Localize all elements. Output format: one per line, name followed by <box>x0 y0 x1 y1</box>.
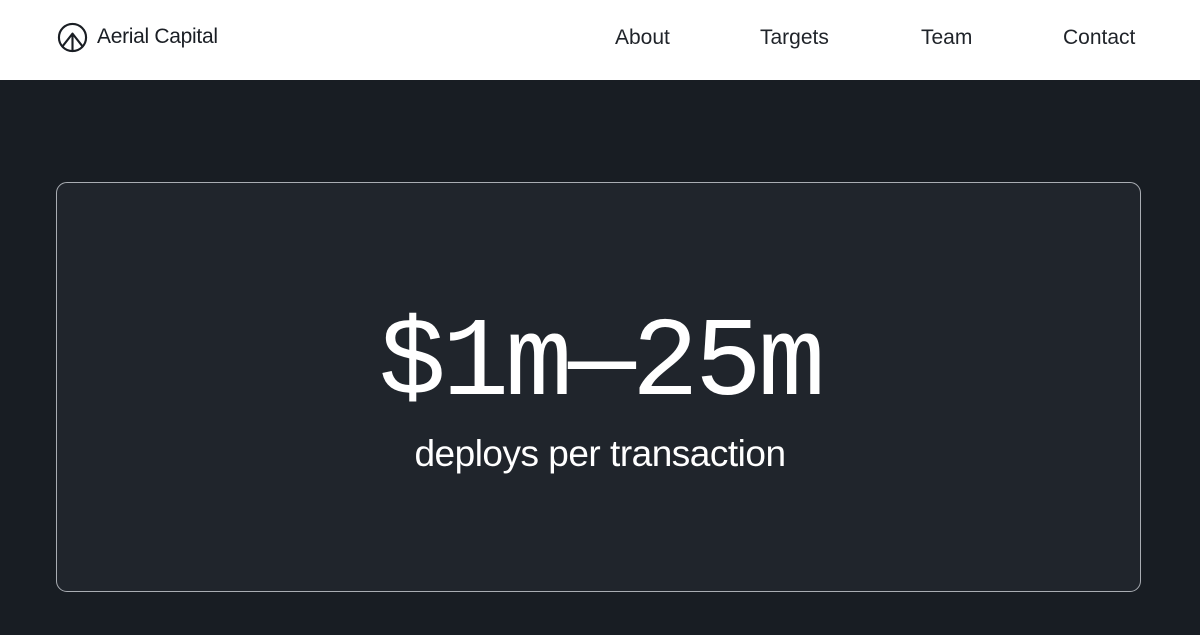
nav-link-team[interactable]: Team <box>921 24 972 52</box>
nav-link-contact[interactable]: Contact <box>1063 24 1135 52</box>
brand-logo-link[interactable]: Aerial Capital <box>57 21 218 53</box>
nav-link-targets[interactable]: Targets <box>760 24 829 52</box>
investment-range-caption: deploys per transaction <box>414 433 786 474</box>
mountain-circle-logo-icon <box>57 22 88 52</box>
investment-range-value: $1m—25m <box>378 301 825 428</box>
site-header: Aerial Capital About Targets Team Contac… <box>0 0 1200 80</box>
nav-link-about[interactable]: About <box>615 24 670 52</box>
brand-name: Aerial Capital <box>97 25 218 48</box>
